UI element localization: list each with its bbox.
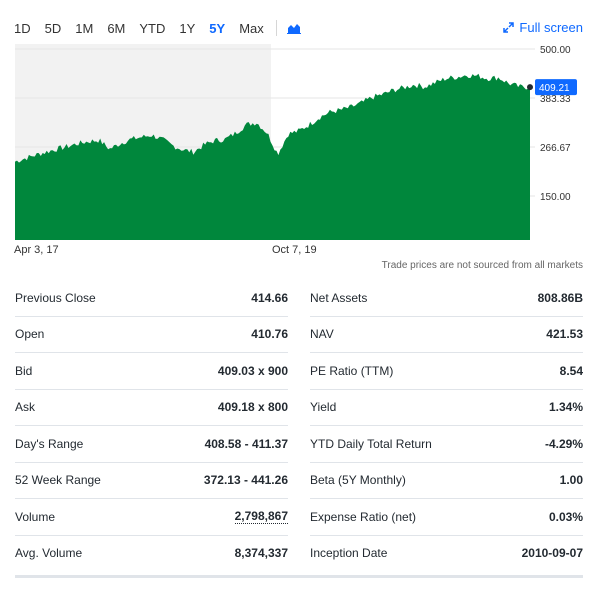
stat-value: 0.03%	[548, 509, 583, 524]
stat-row-nav: NAV 421.53	[310, 317, 583, 353]
stat-label: 52 Week Range	[15, 473, 101, 488]
range-1d-button[interactable]: 1D	[14, 21, 31, 36]
disclaimer-text: Trade prices are not sourced from all ma…	[381, 260, 583, 271]
stat-value: 414.66	[251, 290, 288, 305]
stat-label: YTD Daily Total Return	[310, 436, 432, 451]
range-1y-button[interactable]: 1Y	[179, 21, 195, 36]
stat-label: Yield	[310, 400, 337, 415]
stat-row-bid: Bid 409.03 x 900	[15, 353, 288, 390]
stat-row-volume: Volume 2,798,867	[15, 499, 288, 536]
stat-value: 1.00	[559, 473, 583, 488]
x-tick-label: Apr 3, 17	[14, 244, 59, 256]
fullscreen-label: Full screen	[519, 20, 583, 35]
stat-row-ytd-return: YTD Daily Total Return -4.29%	[310, 426, 583, 463]
y-axis-labels: 150.00 266.67 383.33 500.00	[540, 45, 571, 203]
stat-row-yield: Yield 1.34%	[310, 390, 583, 426]
stat-label: NAV	[310, 327, 334, 342]
stat-label: Avg. Volume	[15, 546, 83, 561]
range-selector: 1D 5D 1M 6M YTD 1Y 5Y Max	[14, 18, 301, 38]
current-price-tag: 409.21	[527, 79, 577, 96]
range-max-button[interactable]: Max	[239, 21, 264, 36]
stat-label: Previous Close	[15, 290, 96, 305]
range-6m-button[interactable]: 6M	[107, 21, 125, 36]
stat-label: Ask	[15, 400, 36, 415]
range-divider	[275, 20, 277, 36]
fullscreen-button[interactable]: Full screen	[503, 20, 583, 35]
stat-label: Net Assets	[310, 290, 368, 305]
stat-value: 409.18 x 800	[217, 400, 288, 415]
stat-value: 8.54	[559, 363, 583, 378]
stat-label: Day's Range	[15, 436, 84, 451]
price-chart[interactable]: 150.00 266.67 383.33 500.00 409.21	[0, 40, 600, 245]
stat-row-expense-ratio: Expense Ratio (net) 0.03%	[310, 499, 583, 536]
stat-value: 408.58 - 411.37	[204, 436, 288, 451]
stat-value: 410.76	[251, 327, 288, 342]
stat-value: 8,374,337	[234, 546, 288, 561]
y-tick-label: 500.00	[540, 45, 571, 56]
stat-label: Volume	[15, 509, 56, 524]
stat-label: Open	[15, 327, 45, 342]
current-price-dot	[527, 84, 533, 91]
stat-value: 2010-09-07	[521, 546, 583, 561]
stat-label: Beta (5Y Monthly)	[310, 473, 406, 488]
stat-value: -4.29%	[544, 436, 583, 451]
range-5y-button[interactable]: 5Y	[209, 21, 225, 36]
section-divider	[15, 575, 583, 578]
current-price-label: 409.21	[539, 83, 570, 94]
stat-value: 1.34%	[548, 400, 583, 415]
stat-value: 409.03 x 900	[217, 363, 288, 378]
summary-right-column: Net Assets 808.86B NAV 421.53 PE Ratio (TT…	[310, 280, 583, 571]
stat-row-beta: Beta (5Y Monthly) 1.00	[310, 463, 583, 499]
stat-row-inception-date: Inception Date 2010-09-07	[310, 536, 583, 572]
range-5d-button[interactable]: 5D	[45, 21, 62, 36]
x-tick-label: Oct 7, 19	[272, 244, 317, 256]
stat-row-avg-volume: Avg. Volume 8,374,337	[15, 536, 288, 572]
stat-row-open: Open 410.76	[15, 317, 288, 353]
stat-label: Expense Ratio (net)	[310, 509, 417, 524]
area-chart-icon[interactable]	[286, 22, 301, 34]
y-tick-label: 150.00	[540, 192, 571, 203]
summary-left-column: Previous Close 414.66 Open 410.76 Bid 409.0…	[15, 280, 288, 571]
y-tick-label: 266.67	[540, 143, 571, 154]
stat-label: PE Ratio (TTM)	[310, 363, 394, 378]
stat-row-52-week-range: 52 Week Range 372.13 - 441.26	[15, 463, 288, 499]
stat-value: 808.86B	[537, 290, 583, 305]
stat-row-net-assets: Net Assets 808.86B	[310, 280, 583, 317]
stat-row-previous-close: Previous Close 414.66	[15, 280, 288, 317]
stat-label: Bid	[15, 363, 33, 378]
stat-row-days-range: Day's Range 408.58 - 411.37	[15, 426, 288, 463]
range-ytd-button[interactable]: YTD	[139, 21, 165, 36]
y-tick-label: 383.33	[540, 94, 571, 105]
stat-label: Inception Date	[310, 546, 388, 561]
stat-value: 372.13 - 441.26	[203, 473, 288, 488]
stat-value: 421.53	[546, 327, 583, 342]
expand-icon	[503, 22, 515, 33]
stat-row-pe-ratio: PE Ratio (TTM) 8.54	[310, 353, 583, 390]
stat-row-ask: Ask 409.18 x 800	[15, 390, 288, 426]
range-1m-button[interactable]: 1M	[75, 21, 93, 36]
volume-value[interactable]: 2,798,867	[234, 509, 288, 525]
